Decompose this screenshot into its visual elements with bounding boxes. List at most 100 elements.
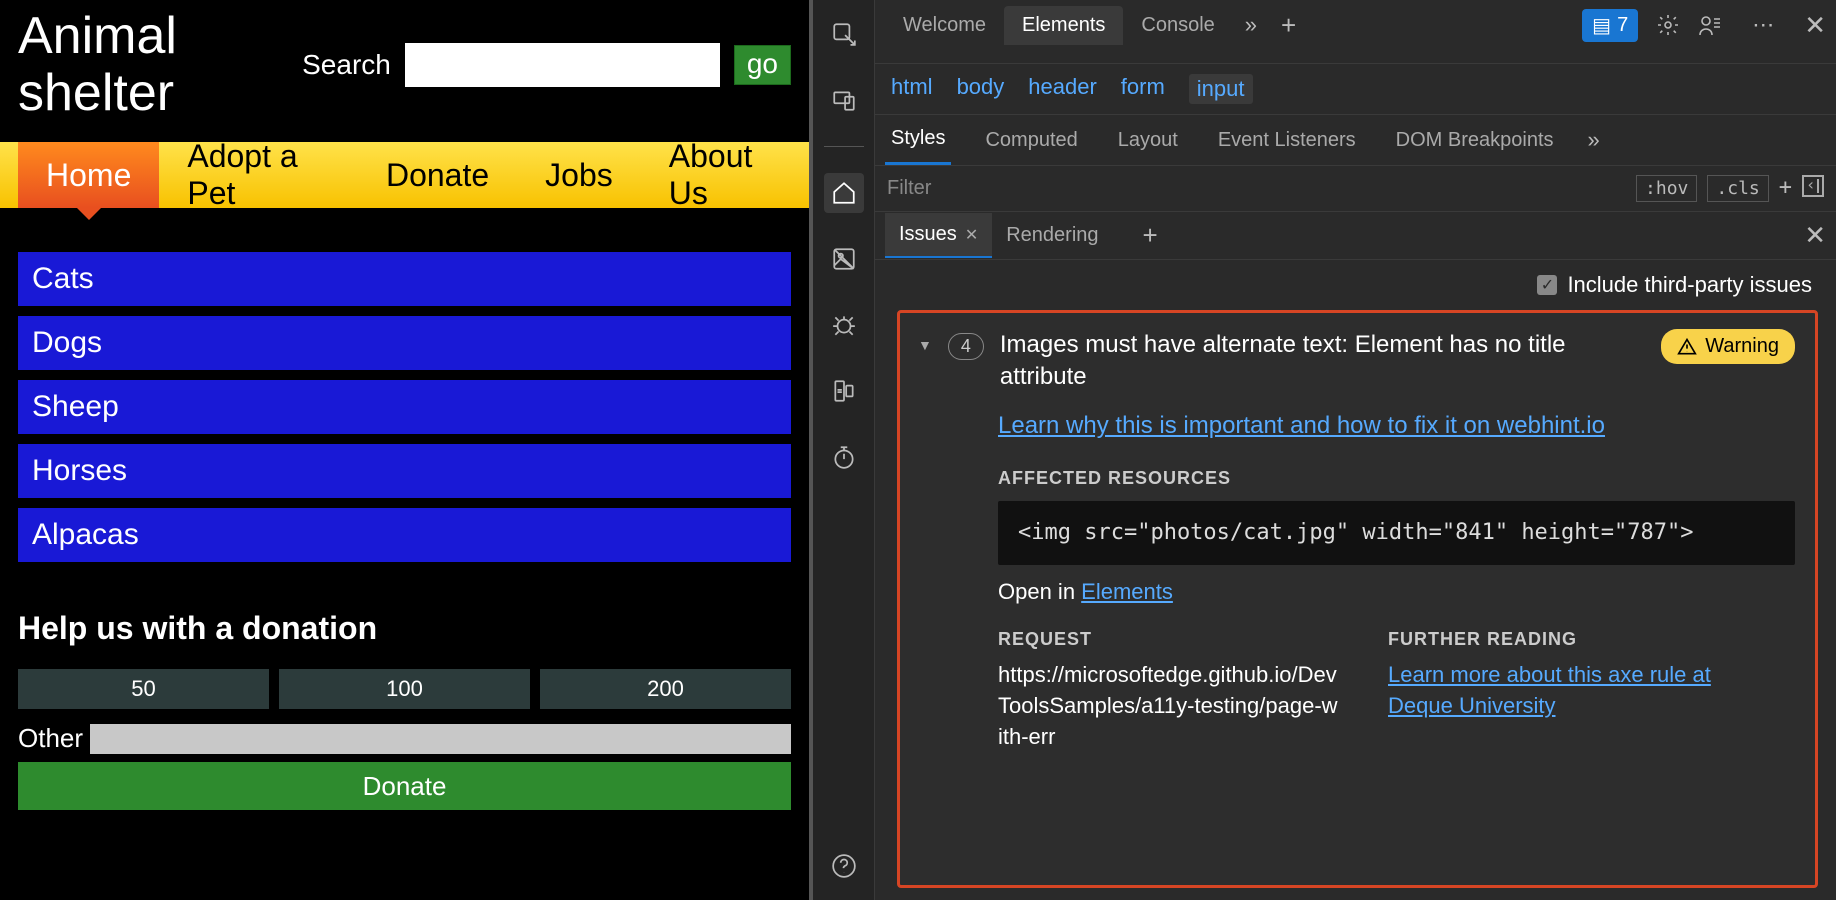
tab-elements[interactable]: Elements — [1004, 6, 1123, 45]
device-toggle-icon[interactable] — [824, 80, 864, 120]
no-image-icon[interactable] — [824, 239, 864, 279]
nav-adopt[interactable]: Adopt a Pet — [159, 142, 358, 208]
main-nav: Home Adopt a Pet Donate Jobs About Us — [0, 142, 809, 208]
chat-icon: ▤ — [1592, 13, 1611, 38]
more-panels-icon[interactable]: » — [1588, 127, 1600, 153]
warning-badge: Warning — [1661, 329, 1795, 364]
amount-200[interactable]: 200 — [540, 669, 791, 709]
dom-tree-strip — [875, 50, 1836, 64]
drawer-tab-rendering[interactable]: Rendering — [992, 214, 1112, 257]
include-third-party-label: Include third-party issues — [1567, 272, 1812, 298]
request-url: https://microsoftedge.github.io/DevTools… — [998, 660, 1338, 752]
site-header: Animal shelter Search go — [0, 0, 809, 122]
add-tab-icon[interactable]: + — [1269, 10, 1308, 41]
panel-dom-breakpoints[interactable]: DOM Breakpoints — [1390, 117, 1560, 164]
request-column: REQUEST https://microsoftedge.github.io/… — [998, 629, 1338, 752]
category-sheep[interactable]: Sheep — [18, 380, 791, 434]
styles-tab-bar: Styles Computed Layout Event Listeners D… — [875, 114, 1836, 166]
inspect-tool-icon[interactable] — [824, 14, 864, 54]
responsive-icon[interactable] — [824, 371, 864, 411]
affected-resource-code: <img src="photos/cat.jpg" width="841" he… — [998, 501, 1795, 566]
category-list: Cats Dogs Sheep Horses Alpacas — [18, 252, 791, 562]
search-input[interactable] — [405, 43, 720, 87]
amount-50[interactable]: 50 — [18, 669, 269, 709]
close-devtools-icon[interactable]: ✕ — [1804, 10, 1826, 41]
include-third-party-row: ✓ Include third-party issues — [875, 260, 1836, 310]
nav-home[interactable]: Home — [18, 142, 159, 208]
cls-toggle[interactable]: .cls — [1707, 175, 1768, 202]
nav-donate[interactable]: Donate — [358, 142, 517, 208]
panel-computed[interactable]: Computed — [979, 117, 1083, 164]
request-heading: REQUEST — [998, 629, 1338, 650]
elements-tool-icon[interactable] — [824, 173, 864, 213]
drawer-tab-issues[interactable]: Issues ✕ — [885, 213, 992, 258]
issues-counter-badge[interactable]: ▤ 7 — [1582, 9, 1638, 42]
settings-gear-icon[interactable] — [1656, 13, 1680, 37]
hov-toggle[interactable]: :hov — [1636, 175, 1697, 202]
add-drawer-tab-icon[interactable]: + — [1131, 220, 1170, 251]
open-in-row: Open in Elements — [998, 579, 1795, 605]
warning-badge-label: Warning — [1705, 335, 1779, 358]
content-area: Cats Dogs Sheep Horses Alpacas Help us w… — [0, 208, 809, 830]
crumb-input[interactable]: input — [1189, 74, 1253, 104]
toolbar-right: ▤ 7 ⋯ ✕ — [1582, 9, 1826, 42]
category-dogs[interactable]: Dogs — [18, 316, 791, 370]
issue-title: Images must have alternate text: Element… — [1000, 329, 1645, 394]
more-options-icon[interactable]: ⋯ — [1740, 12, 1786, 38]
activity-separator — [824, 146, 864, 147]
devtools-pane: Welcome Elements Console » + ▤ 7 ⋯ ✕ — [813, 0, 1836, 900]
issue-count-pill: 4 — [948, 333, 984, 360]
drawer-tab-issues-label: Issues — [899, 223, 957, 246]
issues-count: 7 — [1617, 14, 1628, 37]
tab-console[interactable]: Console — [1123, 6, 1232, 45]
amount-100[interactable]: 100 — [279, 669, 530, 709]
crumb-body[interactable]: body — [957, 74, 1005, 104]
stopwatch-icon[interactable] — [824, 437, 864, 477]
panel-layout[interactable]: Layout — [1112, 117, 1184, 164]
activity-bar — [813, 0, 875, 900]
issues-panel: ✓ Include third-party issues ▼ 4 Images … — [875, 260, 1836, 900]
other-amount-input[interactable] — [90, 724, 791, 754]
new-style-rule-icon[interactable]: + — [1779, 175, 1792, 202]
site-title: Animal shelter — [18, 8, 302, 122]
devtools-main: Welcome Elements Console » + ▤ 7 ⋯ ✕ — [875, 0, 1836, 900]
issue-columns: REQUEST https://microsoftedge.github.io/… — [998, 629, 1795, 752]
open-in-elements-link[interactable]: Elements — [1081, 579, 1173, 604]
nav-about[interactable]: About Us — [641, 142, 809, 208]
category-alpacas[interactable]: Alpacas — [18, 508, 791, 562]
category-horses[interactable]: Horses — [18, 444, 791, 498]
other-label: Other — [18, 723, 78, 754]
open-in-prefix: Open in — [998, 579, 1081, 604]
search-go-button[interactable]: go — [734, 45, 791, 85]
drawer-tab-bar: Issues ✕ Rendering + ✕ — [875, 212, 1836, 260]
filter-buttons: :hov .cls + — [1636, 175, 1824, 202]
close-issues-tab-icon[interactable]: ✕ — [965, 225, 978, 245]
bug-icon[interactable] — [824, 305, 864, 345]
styles-filter-input[interactable] — [887, 177, 1636, 200]
help-icon[interactable] — [824, 846, 864, 886]
styles-filter-row: :hov .cls + — [875, 166, 1836, 212]
include-third-party-checkbox[interactable]: ✓ — [1537, 275, 1557, 295]
nav-jobs[interactable]: Jobs — [517, 142, 641, 208]
crumb-header[interactable]: header — [1028, 74, 1097, 104]
donate-button[interactable]: Donate — [18, 762, 791, 810]
close-drawer-icon[interactable]: ✕ — [1804, 220, 1826, 251]
warning-triangle-icon — [1677, 337, 1697, 357]
further-reading-column: FURTHER READING Learn more about this ax… — [1388, 629, 1728, 752]
tab-welcome[interactable]: Welcome — [885, 6, 1004, 45]
learn-why-link[interactable]: Learn why this is important and how to f… — [998, 412, 1795, 440]
main-tab-bar: Welcome Elements Console » + ▤ 7 ⋯ ✕ — [875, 0, 1836, 50]
more-tabs-icon[interactable]: » — [1233, 12, 1269, 38]
crumb-html[interactable]: html — [891, 74, 933, 104]
panel-event-listeners[interactable]: Event Listeners — [1212, 117, 1362, 164]
search-form: Search go — [302, 43, 791, 87]
account-icon[interactable] — [1698, 13, 1722, 37]
panel-styles[interactable]: Styles — [885, 115, 951, 165]
computed-sidebar-icon[interactable] — [1802, 175, 1824, 197]
expand-chevron-icon[interactable]: ▼ — [918, 337, 932, 353]
further-heading: FURTHER READING — [1388, 629, 1728, 650]
category-cats[interactable]: Cats — [18, 252, 791, 306]
other-amount-row: Other — [18, 723, 791, 754]
crumb-form[interactable]: form — [1121, 74, 1165, 104]
further-reading-link[interactable]: Learn more about this axe rule at Deque … — [1388, 662, 1711, 718]
